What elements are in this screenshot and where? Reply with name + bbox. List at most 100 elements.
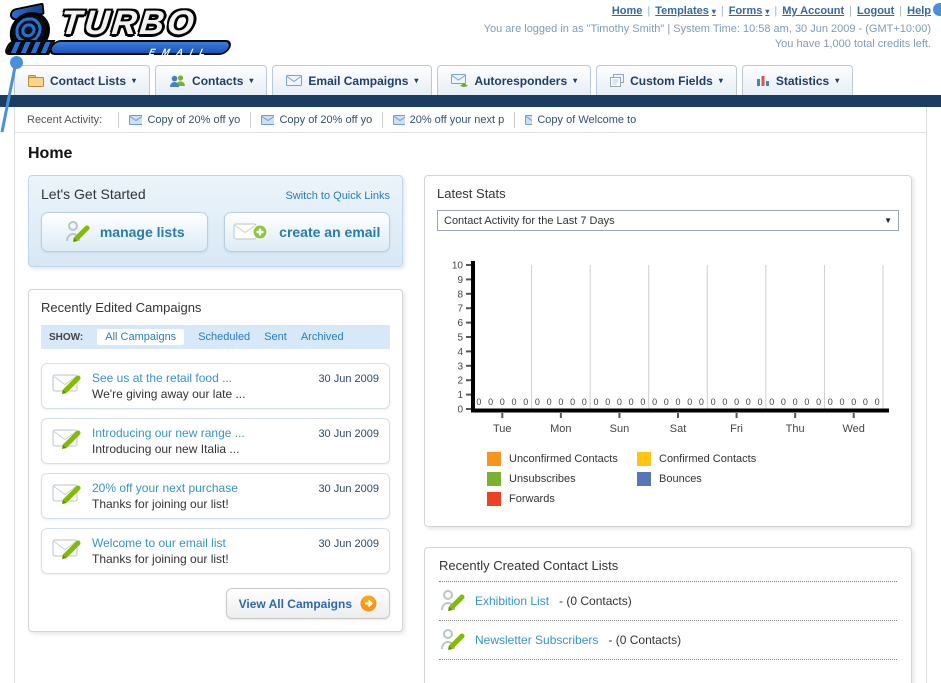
recent-activity-item[interactable]: Copy of 20% off yo xyxy=(118,111,250,128)
view-all-campaigns-button[interactable]: View All Campaigns xyxy=(225,588,390,619)
person-edit-icon xyxy=(441,629,465,650)
campaign-date: 30 Jun 2009 xyxy=(318,373,379,385)
manage-lists-button[interactable]: manage lists xyxy=(41,212,208,252)
header-link-home[interactable]: Home xyxy=(612,5,643,17)
create-email-button[interactable]: create an email xyxy=(223,212,390,252)
legend-swatch xyxy=(487,472,501,486)
recent-activity-item[interactable]: Copy of Welcome to xyxy=(514,111,646,128)
logo-stripes xyxy=(3,40,56,55)
tab-custom-fields[interactable]: Custom Fields ▾ xyxy=(596,65,737,95)
legend-label: Bounces xyxy=(659,473,702,485)
svg-text:1: 1 xyxy=(457,390,463,401)
legend-label: Unconfirmed Contacts xyxy=(509,453,618,465)
content-frame: Recent Activity: Copy of 20% off yo Copy… xyxy=(14,107,927,683)
tab-contacts[interactable]: Contacts ▾ xyxy=(155,65,268,95)
header-links: Home | Templates ▾ | Forms ▾ | My Account | Logout… xyxy=(611,5,931,17)
legend-label: Forwards xyxy=(509,493,555,505)
svg-text:0: 0 xyxy=(711,397,716,407)
page-title: Home xyxy=(28,145,73,162)
header-link-templates[interactable]: Templates ▾ xyxy=(655,5,716,17)
svg-text:0: 0 xyxy=(781,397,786,407)
chevron-down-icon: ▾ xyxy=(573,76,578,85)
campaign-title-link[interactable]: Welcome to our email list xyxy=(92,536,308,550)
campaign-title-link[interactable]: Introducing our new range ... xyxy=(92,426,308,440)
filter-archived[interactable]: Archived xyxy=(301,331,344,343)
contact-list-link[interactable]: Exhibition List xyxy=(475,594,549,608)
svg-text:0: 0 xyxy=(687,397,692,407)
envelope-icon xyxy=(525,114,533,125)
svg-text:0: 0 xyxy=(457,405,463,416)
tab-label: Statistics xyxy=(775,73,830,88)
recent-activity-item[interactable]: 20% off your next p xyxy=(382,111,514,128)
recently-created-contact-lists-panel: Recently Created Contact Lists Exhibitio… xyxy=(424,547,912,683)
tab-contact-lists[interactable]: Contact Lists ▾ xyxy=(14,65,151,95)
filter-scheduled[interactable]: Scheduled xyxy=(198,331,250,343)
callout-line xyxy=(0,61,18,133)
svg-text:Fri: Fri xyxy=(730,423,743,435)
envelope-arrow-icon xyxy=(451,74,469,87)
chevron-down-icon: ▼ xyxy=(884,216,892,225)
person-edit-icon xyxy=(65,221,90,242)
campaign-row[interactable]: Welcome to our email list Thanks for joi… xyxy=(41,528,390,574)
svg-text:0: 0 xyxy=(547,397,552,407)
header-link-help[interactable]: Help xyxy=(907,5,931,17)
svg-text:3: 3 xyxy=(457,361,463,372)
recent-activity-item[interactable]: Copy of 20% off yo xyxy=(250,111,382,128)
header-link-my-account[interactable]: My Account xyxy=(782,5,844,17)
chevron-down-icon: ▾ xyxy=(835,76,840,85)
svg-text:0: 0 xyxy=(863,397,868,407)
contact-list-item: Newsletter Subscribers - (0 Contacts) xyxy=(439,621,897,660)
campaign-date: 30 Jun 2009 xyxy=(318,483,379,495)
svg-text:0: 0 xyxy=(769,397,774,407)
svg-text:0: 0 xyxy=(746,397,751,407)
svg-text:0: 0 xyxy=(593,397,598,407)
campaign-date: 30 Jun 2009 xyxy=(318,538,379,550)
stats-period-select[interactable]: Contact Activity for the Last 7 Days ▼ xyxy=(437,210,899,231)
svg-text:0: 0 xyxy=(605,397,610,407)
campaign-row[interactable]: 20% off your next purchase Thanks for jo… xyxy=(41,473,390,519)
chevron-down-icon: ▾ xyxy=(249,76,254,85)
tab-statistics[interactable]: Statistics ▾ xyxy=(741,65,854,95)
campaign-title-link[interactable]: See us at the retail food ... xyxy=(92,371,308,385)
get-started-title: Let's Get Started xyxy=(41,186,146,202)
svg-text:0: 0 xyxy=(804,397,809,407)
tab-email-campaigns[interactable]: Email Campaigns ▾ xyxy=(272,65,433,95)
svg-text:0: 0 xyxy=(570,397,575,407)
pages-icon xyxy=(610,74,625,87)
envelope-icon xyxy=(129,114,143,125)
legend-item: Unconfirmed Contacts xyxy=(487,452,637,466)
header-link-forms[interactable]: Forms ▾ xyxy=(729,5,770,17)
svg-text:0: 0 xyxy=(664,397,669,407)
header-link-logout[interactable]: Logout xyxy=(857,5,894,17)
campaign-title-link[interactable]: 20% off your next purchase xyxy=(92,481,308,495)
contact-lists-title: Recently Created Contact Lists xyxy=(439,558,897,582)
person-edit-icon xyxy=(441,590,465,611)
show-label: SHOW: xyxy=(49,331,84,343)
logo-subtitle: EMAIL xyxy=(147,47,215,57)
arrow-right-icon xyxy=(360,595,377,612)
contact-list-link[interactable]: Newsletter Subscribers xyxy=(475,633,598,647)
svg-text:2: 2 xyxy=(457,376,463,387)
filter-sent[interactable]: Sent xyxy=(264,331,287,343)
app-window: TURBO EMAIL Home | Templates ▾ | Forms ▾ | My Ac… xyxy=(0,0,941,683)
legend-item: Confirmed Contacts xyxy=(637,452,787,466)
contact-list-item: Exhibition List - (0 Contacts) xyxy=(439,582,897,621)
tab-autoresponders[interactable]: Autoresponders ▾ xyxy=(437,65,592,95)
legend-swatch xyxy=(637,452,651,466)
svg-text:0: 0 xyxy=(722,397,727,407)
svg-text:0: 0 xyxy=(675,397,680,407)
legend-label: Unsubscribes xyxy=(509,473,576,485)
campaign-subtitle: Thanks for joining our list! xyxy=(92,497,229,511)
switch-to-quick-links[interactable]: Switch to Quick Links xyxy=(285,190,390,202)
envelope-plus-icon xyxy=(233,223,268,240)
campaign-row[interactable]: See us at the retail food ... We're givi… xyxy=(41,363,390,409)
legend-swatch xyxy=(487,492,501,506)
svg-text:0: 0 xyxy=(558,397,563,407)
filter-all-campaigns[interactable]: All Campaigns xyxy=(97,329,185,345)
svg-text:0: 0 xyxy=(582,397,587,407)
campaign-row[interactable]: Introducing our new range ... Introducin… xyxy=(41,418,390,464)
envelope-edit-icon xyxy=(52,374,81,394)
tab-label: Custom Fields xyxy=(630,73,713,88)
tab-label: Contacts xyxy=(192,73,244,88)
campaigns-title: Recently Edited Campaigns xyxy=(41,300,202,315)
